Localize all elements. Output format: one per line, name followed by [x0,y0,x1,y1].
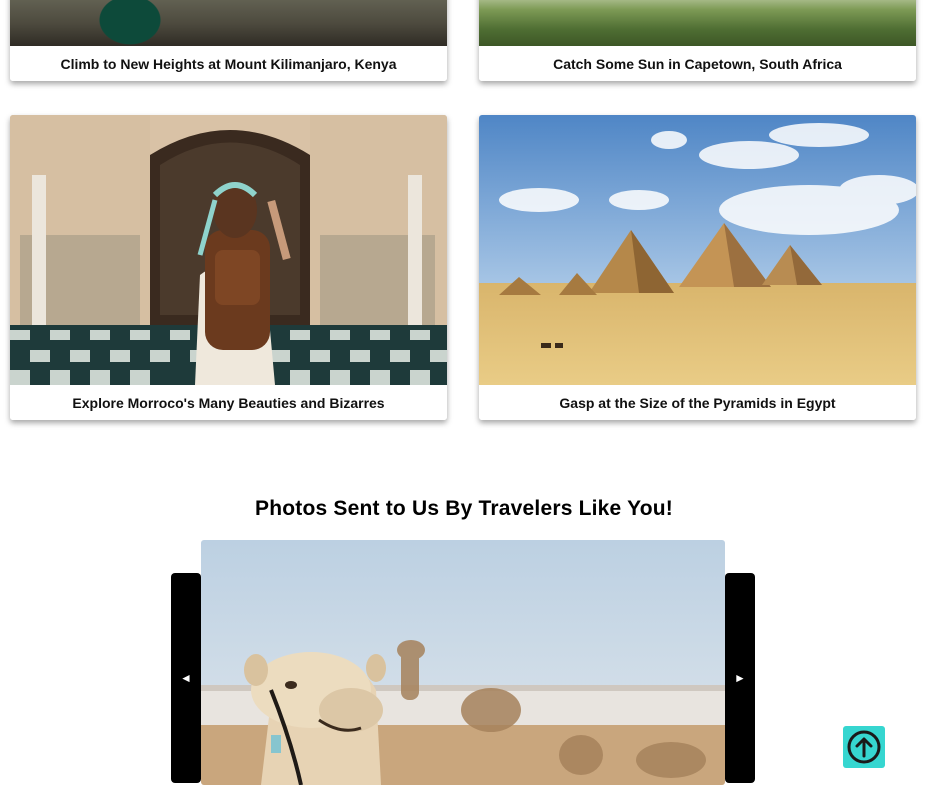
kilimanjaro-photo [10,0,447,46]
destination-card-capetown[interactable]: Catch Some Sun in Capetown, South Africa [479,0,916,81]
arrow-right-icon: ► [734,671,746,685]
destination-caption: Gasp at the Size of the Pyramids in Egyp… [479,385,916,420]
pyramids-photo [479,115,916,385]
morocco-photo [10,115,447,385]
arrow-left-icon: ◄ [180,671,192,685]
destination-caption: Catch Some Sun in Capetown, South Africa [479,46,916,81]
destination-caption: Climb to New Heights at Mount Kilimanjar… [10,46,447,81]
slider-prev-button[interactable]: ◄ [171,573,201,783]
destination-card-egypt[interactable]: Gasp at the Size of the Pyramids in Egyp… [479,115,916,420]
destination-card-kilimanjaro[interactable]: Climb to New Heights at Mount Kilimanjar… [10,0,447,81]
capetown-photo [479,0,916,46]
gallery-title: Photos Sent to Us By Travelers Like You! [254,497,673,520]
destination-caption: Explore Morroco's Many Beauties and Biza… [10,385,447,420]
slider-next-button[interactable]: ► [725,573,755,783]
arrow-up-circle-icon [847,730,881,764]
destination-card-morocco[interactable]: Explore Morroco's Many Beauties and Biza… [10,115,447,420]
gallery-slide [201,540,725,785]
back-to-top-button[interactable] [843,726,885,768]
